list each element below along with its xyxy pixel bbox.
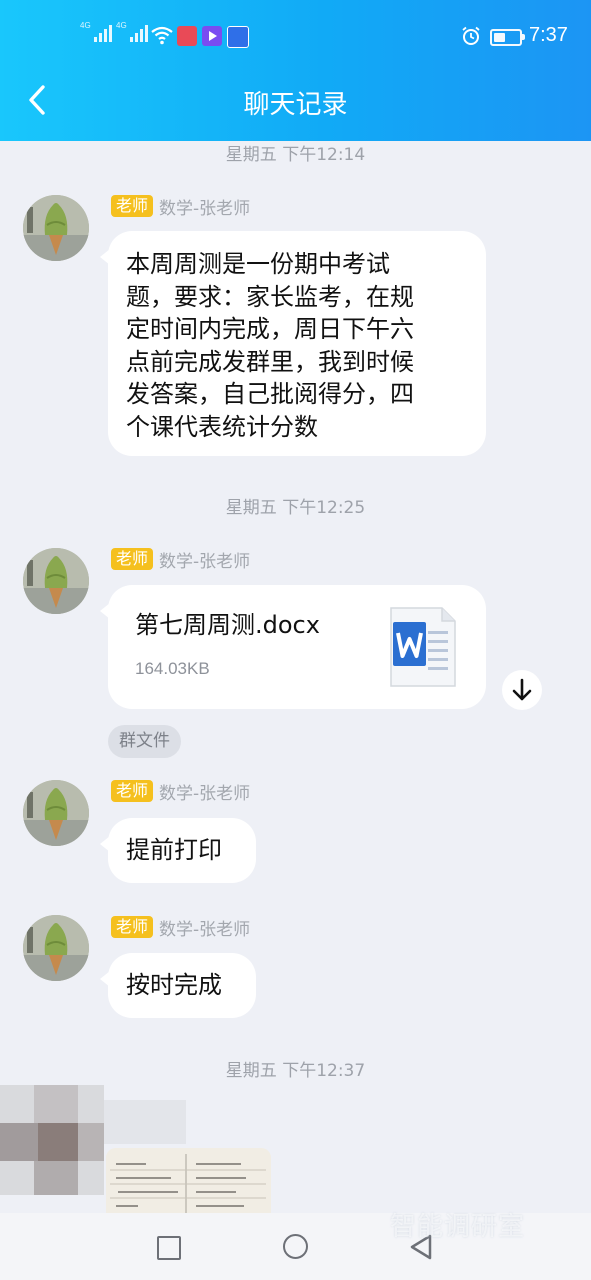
sender-line: 老师 数学-张老师: [111, 547, 250, 572]
message-line: 本周周测是一份期中考试: [126, 250, 390, 278]
app-icon-red: [177, 26, 197, 46]
app-icon-purple: [202, 26, 222, 46]
message-line: 个课代表统计分数: [126, 412, 318, 441]
square-icon[interactable]: [157, 1236, 181, 1260]
avatar[interactable]: [23, 548, 89, 614]
message-bubble[interactable]: 按时完成: [100, 953, 256, 1018]
message-line: 发答案，自己批阅得分，四: [126, 380, 414, 408]
alarm-icon: [462, 26, 480, 45]
sender-line: 老师 数学-张老师: [111, 779, 250, 804]
message-line: 定时间内完成，周日下午六: [126, 315, 414, 343]
word-doc-icon: [390, 607, 456, 687]
file-size: 164.03KB: [135, 659, 210, 678]
sender-name[interactable]: 数学-张老师: [159, 547, 250, 572]
avatar[interactable]: [23, 780, 89, 846]
role-badge: 老师: [111, 780, 154, 802]
signal-strength-icon: 4G: [80, 22, 112, 42]
blurred-avatar[interactable]: [0, 1085, 104, 1195]
status-time: 7:37: [529, 24, 568, 46]
signal-strength-icon: 4G: [116, 22, 148, 42]
app-header: 4G 4G 7:37 聊天记录: [0, 0, 591, 141]
message-bubble[interactable]: 本周周测是一份期中考试 题，要求：家长监考，在规 定时间内完成，周日下午六 点前…: [100, 231, 486, 456]
role-badge: 老师: [111, 548, 154, 570]
timestamp: 星期五 下午12:14: [225, 145, 366, 165]
timestamp: 星期五 下午12:37: [225, 1061, 366, 1081]
avatar[interactable]: [23, 195, 89, 261]
file-card[interactable]: 第七周周测.docx 164.03KB: [100, 585, 486, 709]
sender-line: 老师 数学-张老师: [111, 194, 250, 219]
status-bar: 4G 4G 7:37: [0, 0, 591, 72]
role-badge: 老师: [111, 916, 154, 938]
role-badge: 老师: [111, 195, 154, 217]
message-line: 点前完成发群里，我到时候: [126, 347, 414, 376]
page-title: 聊天记录: [243, 90, 348, 120]
network-type-label: 4G: [80, 21, 91, 30]
app-icon-blue: [227, 26, 249, 48]
message-line: 题，要求：家长监考，在规: [126, 282, 414, 311]
circle-icon[interactable]: [283, 1234, 308, 1259]
timestamp: 星期五 下午12:25: [225, 498, 366, 518]
message-bubble[interactable]: 提前打印: [100, 818, 256, 883]
sender-name[interactable]: 数学-张老师: [159, 779, 250, 804]
sender-line: 老师 数学-张老师: [111, 915, 250, 940]
battery-icon: [490, 29, 525, 46]
image-message-thumbnail[interactable]: [106, 1148, 271, 1218]
download-button[interactable]: [502, 670, 542, 710]
network-type-label: 4G: [116, 21, 127, 30]
watermark: 智能调研室: [390, 1212, 526, 1242]
sender-name[interactable]: 数学-张老师: [159, 915, 250, 940]
file-name: 第七周周测.docx: [135, 611, 320, 639]
group-file-tag[interactable]: 群文件: [108, 725, 181, 758]
download-arrow-icon: [512, 678, 532, 701]
wifi-icon: [151, 26, 173, 45]
sender-name[interactable]: 数学-张老师: [159, 194, 250, 219]
blurred-sender-name: [104, 1100, 186, 1144]
avatar[interactable]: [23, 915, 89, 981]
